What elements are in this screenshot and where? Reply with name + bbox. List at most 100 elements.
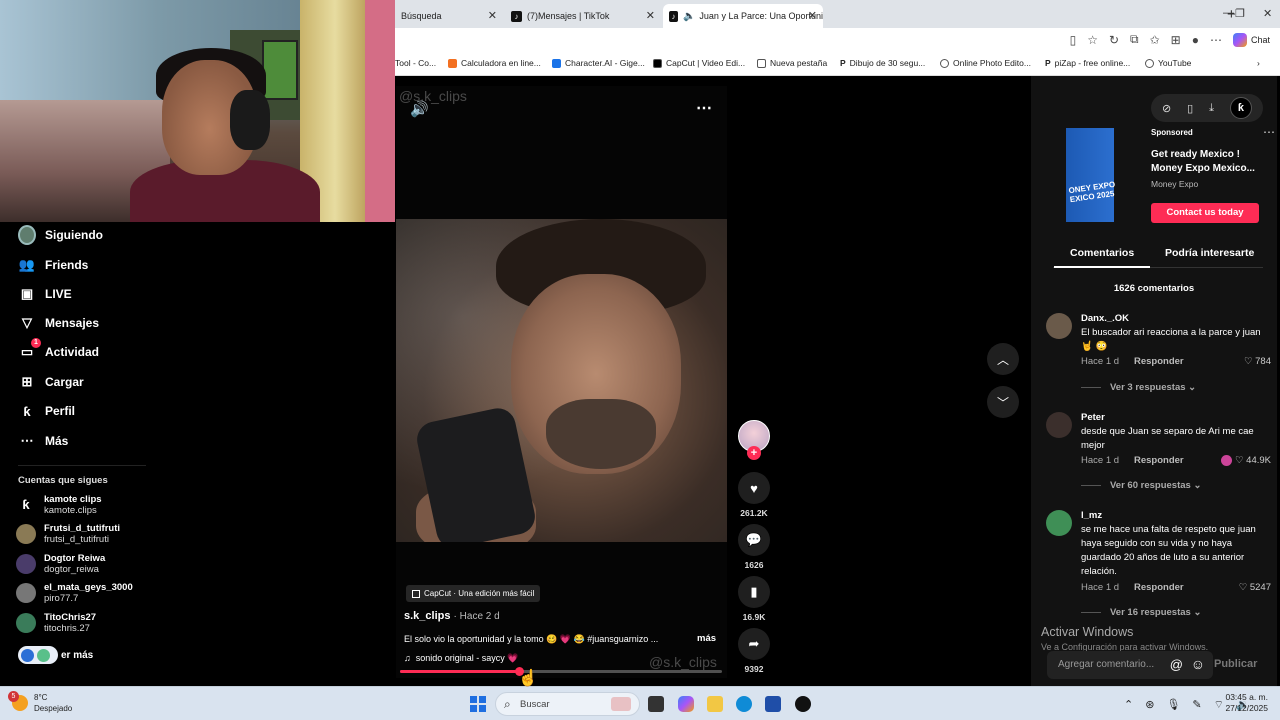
extensions-icon[interactable]: ⧉ xyxy=(1130,32,1139,47)
edge-icon[interactable] xyxy=(736,696,752,712)
nav-friends[interactable]: 👥 Friends xyxy=(18,256,88,274)
following-item[interactable]: TitoChris27 titochris.27 xyxy=(16,612,96,634)
comment-input[interactable]: Agregar comentario... @ ☺ xyxy=(1047,651,1213,679)
reply-button[interactable]: Responder xyxy=(1134,582,1184,593)
ver-mas-button[interactable]: er más xyxy=(18,646,93,664)
bookmark-item[interactable]: Tool - Co... xyxy=(395,58,436,68)
pen-icon[interactable]: ✎ xyxy=(1192,698,1201,712)
more-dots-icon[interactable]: ⋯ xyxy=(1263,125,1275,139)
close-icon[interactable]: ✕ xyxy=(808,9,817,22)
reply-button[interactable]: Responder xyxy=(1134,455,1184,466)
following-item[interactable]: el_mata_geys_3000 piro77.7 xyxy=(16,582,133,604)
copilot-chat-button[interactable]: Chat xyxy=(1232,32,1270,47)
close-icon[interactable]: ✕ xyxy=(646,9,655,22)
progress-bar[interactable] xyxy=(400,667,722,676)
copilot-icon[interactable] xyxy=(678,696,694,712)
clock[interactable]: 03:45 a. m. 27/12/2025 xyxy=(1224,692,1268,714)
comment-button[interactable]: 💬 1626 xyxy=(736,524,772,570)
following-item[interactable]: Dogtor Reiwa dogtor_reiwa xyxy=(16,553,105,575)
nav-perfil[interactable]: ƙ Perfil xyxy=(18,402,75,420)
antivirus-icon[interactable]: ⊛ xyxy=(1145,698,1154,712)
chevron-up-icon[interactable]: ⌃ xyxy=(1124,698,1133,712)
nav-live[interactable]: ▣ LIVE xyxy=(18,285,72,303)
bookmark-item[interactable]: CapCut | Video Edi... xyxy=(653,58,745,68)
tab-podria-interesarte[interactable]: Podría interesarte xyxy=(1165,247,1254,259)
weather-widget[interactable]: 5 8°C Despejado xyxy=(8,691,72,714)
nav-mensajes[interactable]: ▽ Mensajes xyxy=(18,314,99,332)
microphone-icon[interactable]: 🎙 xyxy=(1166,698,1180,712)
music-info[interactable]: ♫ sonido original - saycy 💗 xyxy=(404,653,519,664)
reply-button[interactable]: Responder xyxy=(1134,356,1184,367)
minimize-button[interactable]: — xyxy=(1223,7,1234,19)
caption-more-button[interactable]: más xyxy=(697,633,716,644)
comment-user[interactable]: Danx._.OK xyxy=(1081,313,1129,324)
capcut-tag[interactable]: CapCut · Una edición más fácil xyxy=(406,585,541,602)
save-button[interactable]: ▮ 16.9K xyxy=(736,576,772,622)
nav-mas[interactable]: ⋯ Más xyxy=(18,432,69,450)
share-button[interactable]: ➦ 9392 xyxy=(736,628,772,674)
app-icon[interactable] xyxy=(795,696,811,712)
avatar[interactable] xyxy=(1046,510,1072,536)
taskbar-search[interactable]: ⌕ Buscar xyxy=(495,692,640,716)
video-player[interactable]: @s.k_clips 🔊 ⋯ CapCut · Una edición más … xyxy=(396,86,727,678)
bookmark-item[interactable]: Nueva pestaña xyxy=(757,58,827,68)
close-icon[interactable]: ✕ xyxy=(488,9,497,22)
device-icon[interactable]: ▯ xyxy=(1187,102,1193,115)
next-video-button[interactable]: ﹀ xyxy=(987,386,1019,418)
wifi-icon[interactable]: ⌔ xyxy=(1214,698,1224,712)
comment-like-button[interactable]: ♡ 44.9K xyxy=(1221,455,1271,466)
task-view-icon[interactable] xyxy=(648,696,664,712)
video-author[interactable]: s.k_clips · Hace 2 d xyxy=(404,610,500,622)
comment-like-button[interactable]: ♡ 5247 xyxy=(1239,582,1271,593)
compass-icon[interactable]: ⊘ xyxy=(1162,102,1171,115)
follow-plus-icon[interactable]: + xyxy=(747,446,761,460)
tab-comentarios[interactable]: Comentarios xyxy=(1053,247,1151,268)
bookmark-item[interactable]: Calculadora en line... xyxy=(448,58,541,68)
view-replies-button[interactable]: Ver 3 respuestas ⌄ xyxy=(1081,382,1196,393)
refresh-icon[interactable]: ↻ xyxy=(1109,33,1119,47)
favorite-star-icon[interactable]: ☆ xyxy=(1087,33,1098,47)
profile-avatar-icon[interactable]: ƙ xyxy=(1229,97,1252,119)
reading-view-icon[interactable]: ▯ xyxy=(1070,33,1077,47)
comment-like-button[interactable]: ♡ 784 xyxy=(1244,356,1271,367)
tab-mensajes[interactable]: ♪ (7)Mensajes | TikTok ✕ xyxy=(505,4,661,28)
bookmark-item[interactable]: P Dibujo de 30 segu... xyxy=(840,58,925,68)
nav-actividad[interactable]: ▭ 1 Actividad xyxy=(18,338,99,361)
comment-user[interactable]: Peter xyxy=(1081,412,1105,423)
chevron-right-icon[interactable]: › xyxy=(1257,58,1260,68)
window-close-button[interactable]: ✕ xyxy=(1263,7,1272,20)
volume-icon[interactable]: 🔊 xyxy=(410,100,429,118)
view-replies-button[interactable]: Ver 16 respuestas ⌄ xyxy=(1081,607,1201,618)
mention-icon[interactable]: @ xyxy=(1170,657,1183,672)
like-button[interactable]: ♥ 261.2K xyxy=(736,472,772,518)
profile-icon[interactable]: ● xyxy=(1192,33,1199,47)
favorites-icon[interactable]: ✩ xyxy=(1150,33,1160,47)
tab-video-active[interactable]: ♪ 🔈 Juan y La Parce: Una Oportuni ✕ xyxy=(663,4,823,28)
collections-icon[interactable]: ⊞ xyxy=(1171,33,1181,47)
avatar[interactable] xyxy=(1046,412,1072,438)
publish-button[interactable]: Publicar xyxy=(1214,658,1257,670)
nav-cargar[interactable]: ⊞ Cargar xyxy=(18,373,84,391)
avatar[interactable] xyxy=(1046,313,1072,339)
bookmark-item[interactable]: Character.AI - Gige... xyxy=(552,58,645,68)
comment-user[interactable]: l_mz xyxy=(1081,510,1102,521)
start-button[interactable] xyxy=(470,696,486,712)
emoji-icon[interactable]: ☺ xyxy=(1191,656,1205,672)
download-icon[interactable]: ⤓ xyxy=(1209,102,1214,115)
following-item[interactable]: Frutsi_d_tutifruti frutsi_d_tutifruti xyxy=(16,523,120,545)
view-replies-button[interactable]: Ver 60 respuestas ⌄ xyxy=(1081,480,1201,491)
sponsored-ad[interactable]: ONEY EXPO EXICO 2025 Sponsored ⋯ Get rea… xyxy=(1047,125,1275,224)
maximize-button[interactable]: ❐ xyxy=(1235,7,1245,20)
bookmark-item[interactable]: YouTube xyxy=(1145,58,1191,68)
bookmark-item[interactable]: PpiZap - free online... xyxy=(1045,58,1130,68)
menu-dots-icon[interactable]: ⋯ xyxy=(1210,33,1222,47)
nav-siguiendo[interactable]: Siguiendo xyxy=(18,225,103,245)
previous-video-button[interactable]: ︿ xyxy=(987,343,1019,375)
bookmark-item[interactable]: Online Photo Edito... xyxy=(940,58,1031,68)
tab-busqueda[interactable]: Búsqueda ✕ xyxy=(395,4,503,28)
speaker-icon[interactable]: 🔈 xyxy=(683,11,695,22)
contact-us-button[interactable]: Contact us today xyxy=(1151,203,1259,223)
file-explorer-icon[interactable] xyxy=(707,696,723,712)
store-icon[interactable] xyxy=(765,696,781,712)
more-dots-icon[interactable]: ⋯ xyxy=(696,98,713,118)
